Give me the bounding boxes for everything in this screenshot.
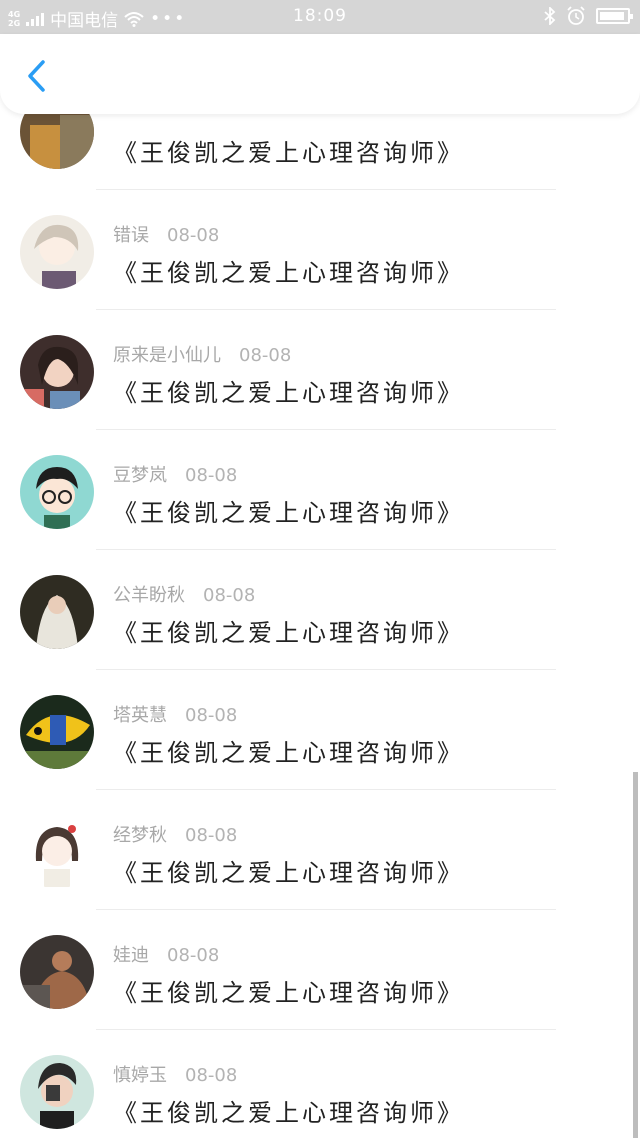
item-title: 《王俊凯之爱上心理咨询师》 (113, 739, 464, 767)
item-date: 08-08 (185, 705, 238, 726)
item-title: 《王俊凯之爱上心理咨询师》 (113, 259, 464, 287)
list-item[interactable]: 豆梦岚 08-08 《王俊凯之爱上心理咨询师》 (0, 430, 640, 550)
item-meta: 经梦秋 08-08 (113, 821, 237, 847)
avatar[interactable] (20, 215, 94, 289)
avatar[interactable] (20, 1055, 94, 1129)
list-item[interactable]: 塔英慧 08-08 《王俊凯之爱上心理咨询师》 (0, 670, 640, 790)
item-date: 08-08 (185, 1065, 238, 1086)
list-item[interactable]: 公羊盼秋 08-08 《王俊凯之爱上心理咨询师》 (0, 550, 640, 670)
item-title: 《王俊凯之爱上心理咨询师》 (113, 499, 464, 527)
item-date: 08-08 (185, 825, 238, 846)
bluetooth-icon (544, 7, 556, 25)
avatar[interactable] (20, 575, 94, 649)
item-meta: 慎婷玉 08-08 (113, 1061, 237, 1087)
item-title: 《王俊凯之爱上心理咨询师》 (113, 1099, 464, 1127)
item-date: 08-08 (203, 585, 256, 606)
item-meta: 豆梦岚 08-08 (113, 461, 237, 487)
sender-name: 错误 (113, 225, 149, 246)
item-title: 《王俊凯之爱上心理咨询师》 (113, 619, 464, 647)
list-item[interactable]: 原来是小仙儿 08-08 《王俊凯之爱上心理咨询师》 (0, 310, 640, 430)
sender-name: 塔英慧 (113, 705, 167, 726)
status-bar: 4G 2G 中国电信 ••• 18:09 (0, 0, 640, 34)
sender-name: 公羊盼秋 (113, 585, 185, 606)
avatar[interactable] (20, 815, 94, 889)
back-button[interactable] (18, 56, 54, 96)
sender-name: 娃迪 (113, 945, 149, 966)
item-meta: 塔英慧 08-08 (113, 701, 237, 727)
message-list[interactable]: 《王俊凯之爱上心理咨询师》 错误 08-08 《王俊凯之爱上心理咨询师》 原来是小… (0, 114, 640, 1138)
avatar[interactable] (20, 695, 94, 769)
item-date: 08-08 (167, 225, 220, 246)
list-item[interactable]: 慎婷玉 08-08 《王俊凯之爱上心理咨询师》 (0, 1030, 640, 1138)
battery-icon (596, 8, 633, 24)
item-meta: 原来是小仙儿 08-08 (113, 341, 291, 367)
alarm-icon (567, 6, 585, 25)
list-item[interactable]: 错误 08-08 《王俊凯之爱上心理咨询师》 (0, 190, 640, 310)
sender-name: 原来是小仙儿 (113, 345, 221, 366)
list-item[interactable]: 《王俊凯之爱上心理咨询师》 (0, 114, 640, 190)
item-meta (113, 114, 131, 122)
sender-name: 慎婷玉 (113, 1065, 167, 1086)
avatar[interactable] (20, 114, 94, 169)
sender-name: 经梦秋 (113, 825, 167, 846)
item-date: 08-08 (167, 945, 220, 966)
avatar[interactable] (20, 935, 94, 1009)
item-meta: 公羊盼秋 08-08 (113, 581, 255, 607)
status-right (544, 6, 633, 26)
avatar[interactable] (20, 455, 94, 529)
list-item[interactable]: 娃迪 08-08 《王俊凯之爱上心理咨询师》 (0, 910, 640, 1030)
avatar[interactable] (20, 335, 94, 409)
item-meta: 错误 08-08 (113, 221, 219, 247)
chevron-left-icon (28, 60, 45, 92)
item-title: 《王俊凯之爱上心理咨询师》 (113, 139, 464, 167)
item-date: 08-08 (185, 465, 238, 486)
scrollbar[interactable] (633, 772, 638, 1138)
sender-name: 豆梦岚 (113, 465, 167, 486)
item-meta: 娃迪 08-08 (113, 941, 219, 967)
item-date: 08-08 (239, 345, 292, 366)
item-title: 《王俊凯之爱上心理咨询师》 (113, 379, 464, 407)
item-title: 《王俊凯之爱上心理咨询师》 (113, 859, 464, 887)
header-bar (0, 34, 640, 114)
list-item[interactable]: 经梦秋 08-08 《王俊凯之爱上心理咨询师》 (0, 790, 640, 910)
item-title: 《王俊凯之爱上心理咨询师》 (113, 979, 464, 1007)
